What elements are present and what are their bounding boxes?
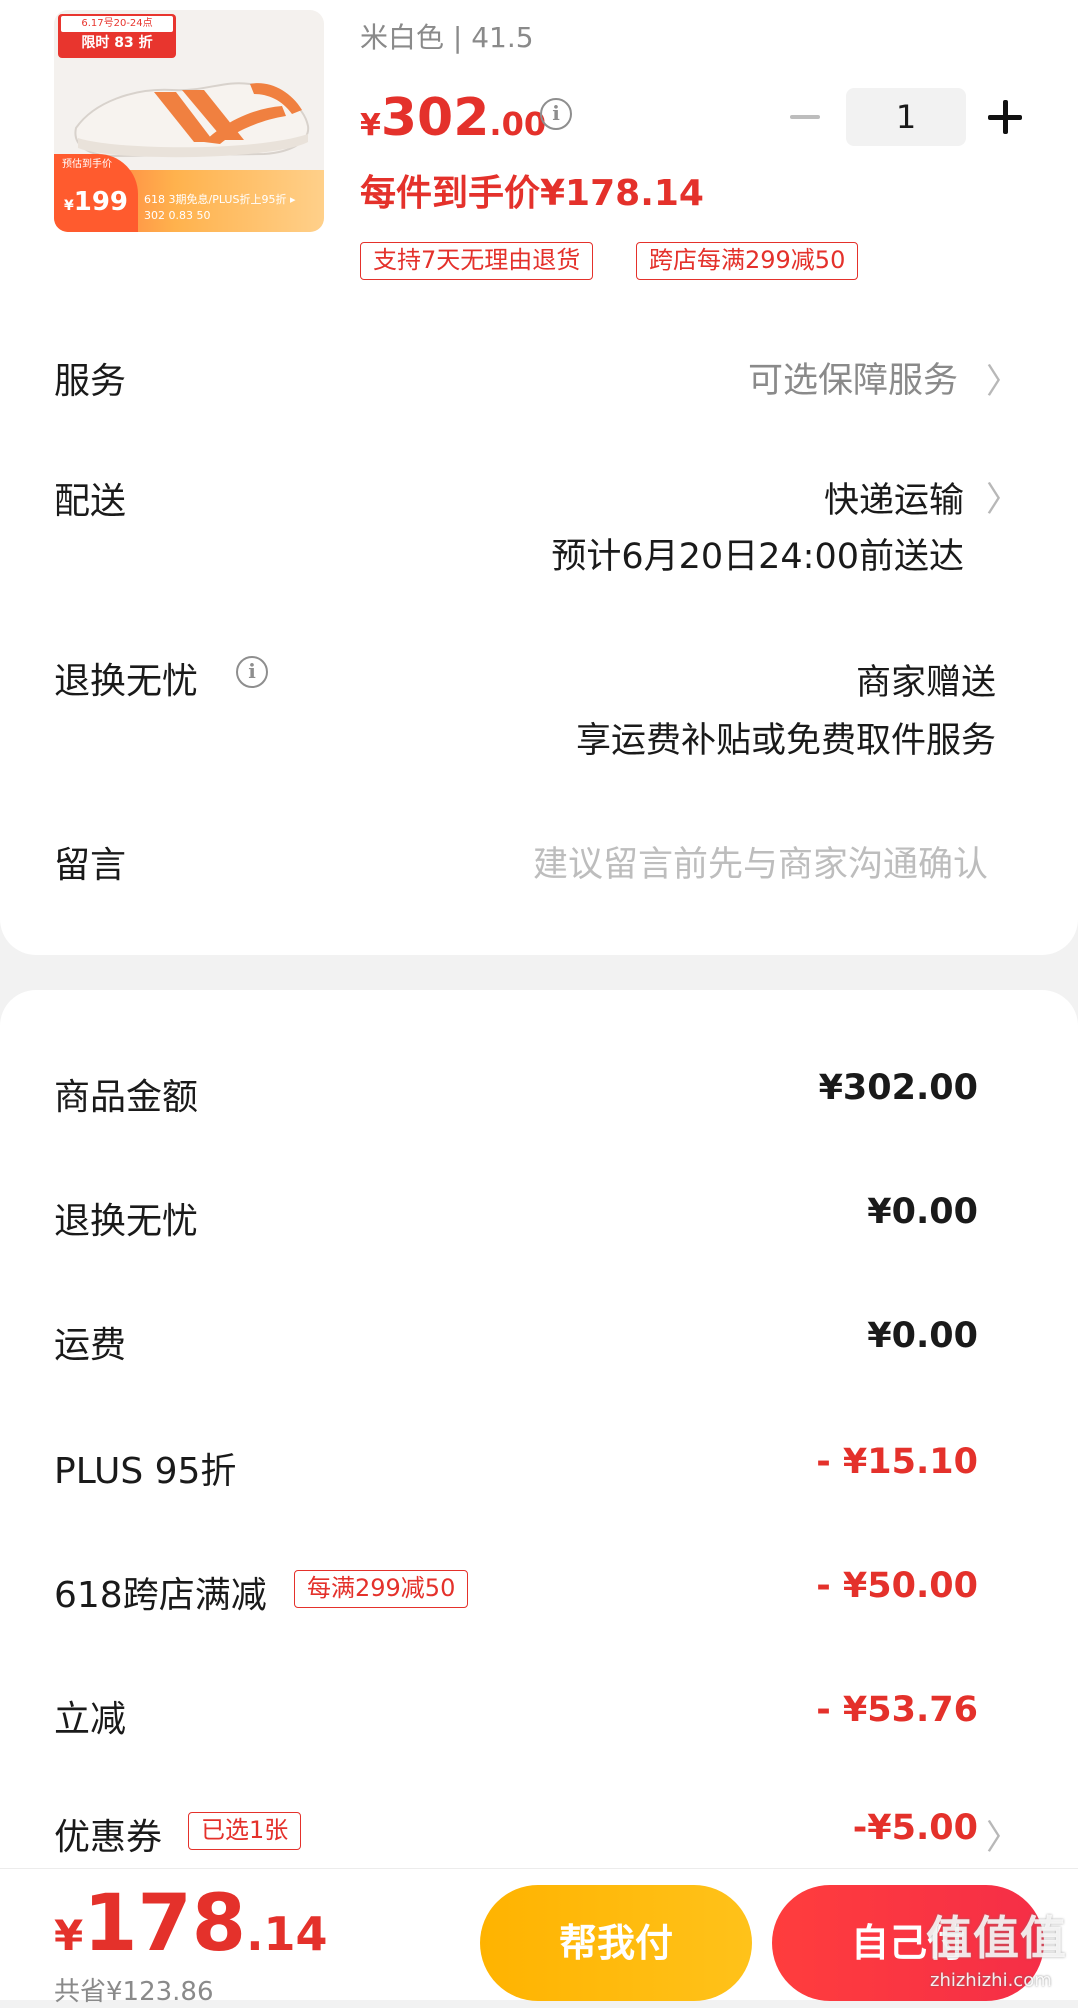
total-dec: .14 bbox=[246, 1907, 328, 1961]
order-item-card: 6.17号20-24点 限时 83 折 618 3期免息/PLUS折上95折 ▸… bbox=[0, 0, 1078, 955]
total-saved: 共省¥123.86 bbox=[54, 1977, 214, 2007]
summary-row-value: ¥0.00 bbox=[867, 1192, 978, 1232]
promo-band-text: 618 3期免息/PLUS折上95折 ▸ 302 0.83 50 bbox=[144, 192, 320, 224]
discount-time: 6.17号20-24点 bbox=[61, 16, 173, 32]
price-info-icon[interactable]: i bbox=[540, 98, 572, 130]
unit-price-currency: ¥ bbox=[360, 108, 381, 143]
summary-row-label: 618跨店满减 bbox=[54, 1575, 267, 1616]
summary-row-value: - ¥50.00 bbox=[816, 1566, 978, 1606]
promo-band-values: 302 0.83 50 bbox=[144, 209, 211, 222]
summary-row-label: 立减 bbox=[54, 1699, 127, 1740]
product-image[interactable]: 6.17号20-24点 限时 83 折 618 3期免息/PLUS折上95折 ▸… bbox=[54, 10, 324, 232]
help-me-pay-button[interactable]: 帮我付 bbox=[480, 1885, 752, 2001]
returns-sub: 享运费补贴或免费取件服务 bbox=[575, 721, 996, 761]
coupon-label: 优惠券 bbox=[54, 1817, 163, 1858]
chevron-right-icon[interactable]: 〉 bbox=[986, 472, 1020, 521]
checkout-bar: ¥178.14 共省¥123.86 帮我付 自己付 bbox=[0, 1868, 1078, 2007]
unit-price-dec: .00 bbox=[489, 105, 547, 143]
chevron-right-icon[interactable]: 〉 bbox=[986, 1810, 1020, 1859]
estimated-price-currency: ¥ bbox=[63, 198, 74, 214]
estimated-price-badge: 预估到手价 ¥199 bbox=[54, 154, 138, 232]
promo-band-title: 618 3期免息/PLUS折上95折 ▸ bbox=[144, 193, 296, 206]
watermark-logo: 值值值 bbox=[926, 1911, 1067, 1965]
returns-value: 商家赠送 bbox=[855, 663, 996, 703]
unit-price: ¥302.00 bbox=[360, 88, 546, 148]
price-summary-card: 商品金额 ¥302.00 退换无忧 ¥0.00 运费 ¥0.00 PLUS 95… bbox=[0, 990, 1078, 2000]
estimated-price-value: 199 bbox=[73, 187, 129, 217]
limited-discount-tag: 6.17号20-24点 限时 83 折 bbox=[58, 14, 176, 58]
total-currency: ¥ bbox=[54, 1911, 84, 1960]
summary-row-value: - ¥15.10 bbox=[816, 1442, 978, 1482]
service-value[interactable]: 可选保障服务 bbox=[748, 352, 958, 403]
product-variant: 米白色 | 41.5 bbox=[360, 21, 534, 54]
total-int: 178 bbox=[83, 1879, 247, 1969]
quantity-increase-button[interactable] bbox=[988, 100, 1022, 134]
cross-store-promo-tag: 跨店每满299减50 bbox=[636, 242, 859, 280]
delivery-eta: 预计6月20日24:00前送达 bbox=[551, 537, 964, 577]
message-input[interactable]: 建议留言前先与商家沟通确认 bbox=[533, 836, 988, 887]
cross-store-tag: 每满299减50 bbox=[294, 1570, 469, 1608]
discount-label: 限时 83 折 bbox=[81, 35, 153, 51]
service-label: 服务 bbox=[54, 361, 127, 402]
coupon-selected-tag[interactable]: 已选1张 bbox=[188, 1812, 302, 1850]
quantity-decrease-button[interactable] bbox=[790, 100, 822, 134]
summary-row-value: ¥302.00 bbox=[818, 1068, 978, 1108]
unit-price-int: 302 bbox=[380, 88, 490, 148]
delivery-label: 配送 bbox=[54, 481, 127, 522]
total-price: ¥178.14 bbox=[54, 1879, 328, 1969]
estimated-price-caption: 预估到手价 bbox=[62, 159, 112, 170]
summary-row-value: ¥0.00 bbox=[867, 1316, 978, 1356]
watermark-url: zhizhizhi.com bbox=[930, 1970, 1052, 1991]
returns-label: 退换无忧 bbox=[54, 661, 199, 702]
quantity-input[interactable]: 1 bbox=[846, 88, 966, 146]
summary-row-value: - ¥53.76 bbox=[816, 1690, 978, 1730]
summary-row-label: 运费 bbox=[54, 1325, 127, 1366]
landed-price: 每件到手价¥178.14 bbox=[360, 173, 704, 214]
summary-row-label: PLUS 95折 bbox=[54, 1451, 237, 1492]
coupon-value[interactable]: -¥5.00 bbox=[853, 1808, 978, 1848]
delivery-value[interactable]: 快递运输 bbox=[824, 472, 964, 523]
return-policy-tag: 支持7天无理由退货 bbox=[360, 242, 594, 280]
chevron-right-icon[interactable]: 〉 bbox=[986, 354, 1020, 403]
summary-row-label: 商品金额 bbox=[54, 1077, 199, 1118]
message-label: 留言 bbox=[54, 845, 127, 886]
summary-row-label: 退换无忧 bbox=[54, 1201, 199, 1242]
returns-info-icon[interactable]: i bbox=[236, 656, 268, 688]
